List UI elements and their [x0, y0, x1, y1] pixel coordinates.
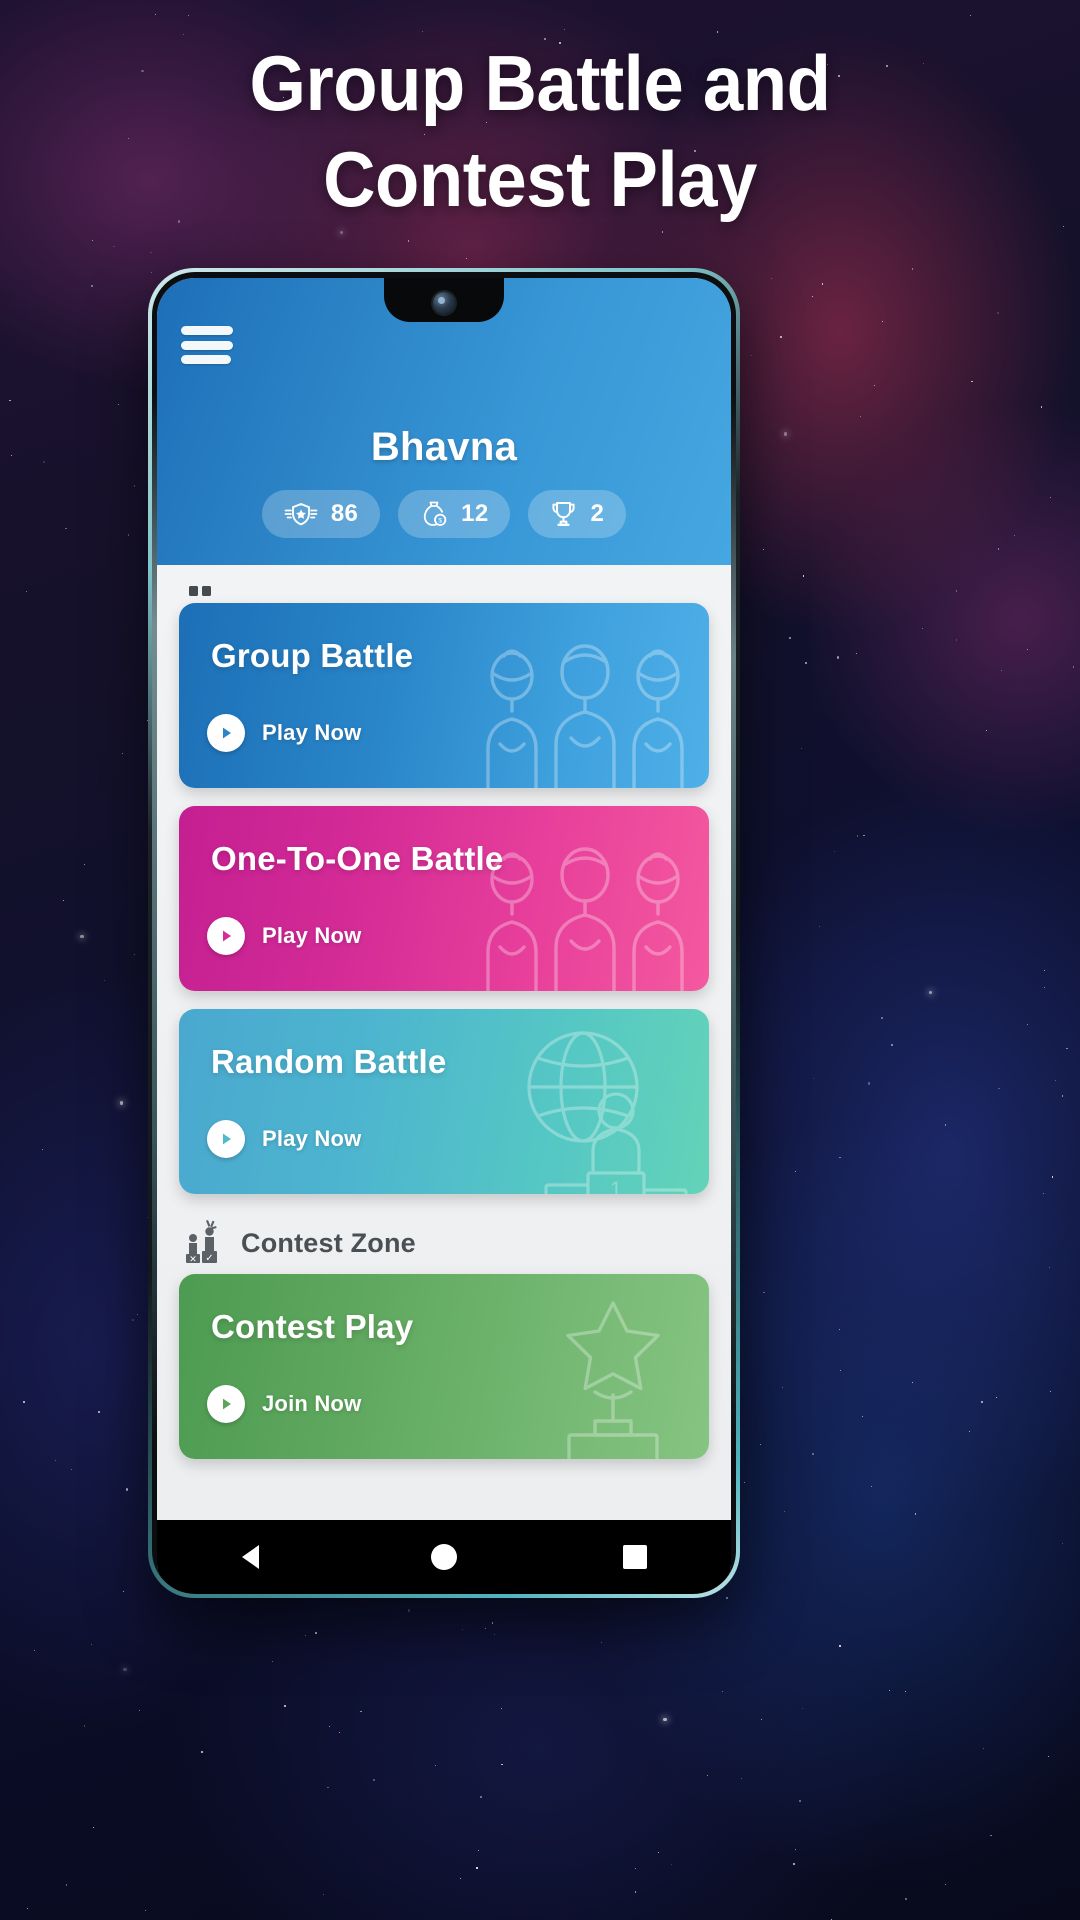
- hamburger-bar-1: [181, 326, 233, 335]
- play-icon[interactable]: [207, 714, 245, 752]
- phone-mockup: Bhavna 86 $ 12 2 Group Battle Play Now O…: [148, 268, 740, 1598]
- card-cta-contest-play[interactable]: Join Now: [207, 1385, 361, 1423]
- globe-podium-icon: 1: [488, 1027, 703, 1194]
- card-group-battle[interactable]: Group Battle Play Now: [179, 603, 709, 788]
- profile-username: Bhavna: [370, 425, 518, 469]
- svg-text:1: 1: [610, 1177, 622, 1194]
- card-cta-label: Play Now: [262, 923, 362, 948]
- card-cta-label: Play Now: [262, 720, 362, 745]
- play-icon[interactable]: [207, 917, 245, 955]
- front-camera-icon: [433, 292, 455, 314]
- content-scroll-area[interactable]: Group Battle Play Now One-To-One Battle …: [157, 565, 731, 1520]
- hamburger-bar-2: [181, 340, 233, 350]
- card-title-one-to-one-battle: One-To-One Battle: [211, 840, 504, 877]
- stat-value-coins: 12: [461, 500, 489, 527]
- stat-value-score: 86: [330, 500, 359, 527]
- group-people-icon: [468, 626, 703, 788]
- section-header-battle-zone: [179, 565, 709, 603]
- promo-headline: Group Battle and Contest Play: [38, 36, 1042, 228]
- card-cta-group-battle[interactable]: Play Now: [207, 714, 361, 752]
- svg-text:$: $: [439, 517, 443, 524]
- stat-chip-coins[interactable]: $ 12: [398, 490, 511, 538]
- card-cta-label: Play Now: [262, 1126, 362, 1151]
- phone-edge-highlight-right: [731, 392, 736, 1452]
- trophy-icon: [550, 500, 577, 528]
- android-navigation-bar: [157, 1520, 731, 1594]
- card-cta-label: Join Now: [262, 1391, 362, 1416]
- headline-line-2: Contest Play: [323, 134, 757, 223]
- battle-zone-icon: [183, 565, 217, 603]
- stat-chip-trophies[interactable]: 2: [528, 490, 627, 538]
- phone-screen: Bhavna 86 $ 12 2 Group Battle Play Now O…: [157, 278, 731, 1594]
- phone-bezel: Bhavna 86 $ 12 2 Group Battle Play Now O…: [152, 272, 736, 1594]
- section-label-contest-zone: Contest Zone: [241, 1227, 416, 1258]
- profile-stats: 86 $ 12 2: [157, 490, 731, 538]
- trophy-star-icon: [523, 1297, 703, 1459]
- headline-line-1: Group Battle and: [249, 39, 831, 127]
- stat-chip-score[interactable]: 86: [261, 490, 381, 538]
- section-header-contest-zone: ✕ ✓ Contest Zone: [179, 1212, 709, 1274]
- card-title-random-battle: Random Battle: [211, 1043, 447, 1080]
- back-triangle-icon[interactable]: [193, 1520, 313, 1594]
- card-title-contest-play: Contest Play: [211, 1308, 414, 1345]
- card-contest-play[interactable]: Contest Play Join Now: [179, 1274, 709, 1459]
- svg-text:✕: ✕: [189, 1254, 197, 1264]
- hamburger-bar-3: [181, 355, 231, 364]
- badge-shield-star-icon: [284, 501, 318, 527]
- card-random-battle[interactable]: Random Battle Play Now 1: [179, 1009, 709, 1194]
- card-cta-one-to-one-battle[interactable]: Play Now: [207, 917, 361, 955]
- card-title-group-battle: Group Battle: [211, 637, 414, 674]
- hamburger-menu-icon[interactable]: [181, 326, 233, 364]
- home-circle-icon[interactable]: [384, 1520, 504, 1594]
- recents-square-icon[interactable]: [575, 1520, 695, 1594]
- card-cta-random-battle[interactable]: Play Now: [207, 1120, 361, 1158]
- play-icon[interactable]: [207, 1385, 245, 1423]
- contest-quiz-icon: ✕ ✓: [183, 1218, 227, 1269]
- card-one-to-one-battle[interactable]: One-To-One Battle Play Now: [179, 806, 709, 991]
- coin-bag-icon: $: [420, 500, 448, 528]
- svg-text:✓: ✓: [205, 1253, 213, 1264]
- stat-value-trophies: 2: [590, 500, 605, 527]
- play-icon[interactable]: [207, 1120, 245, 1158]
